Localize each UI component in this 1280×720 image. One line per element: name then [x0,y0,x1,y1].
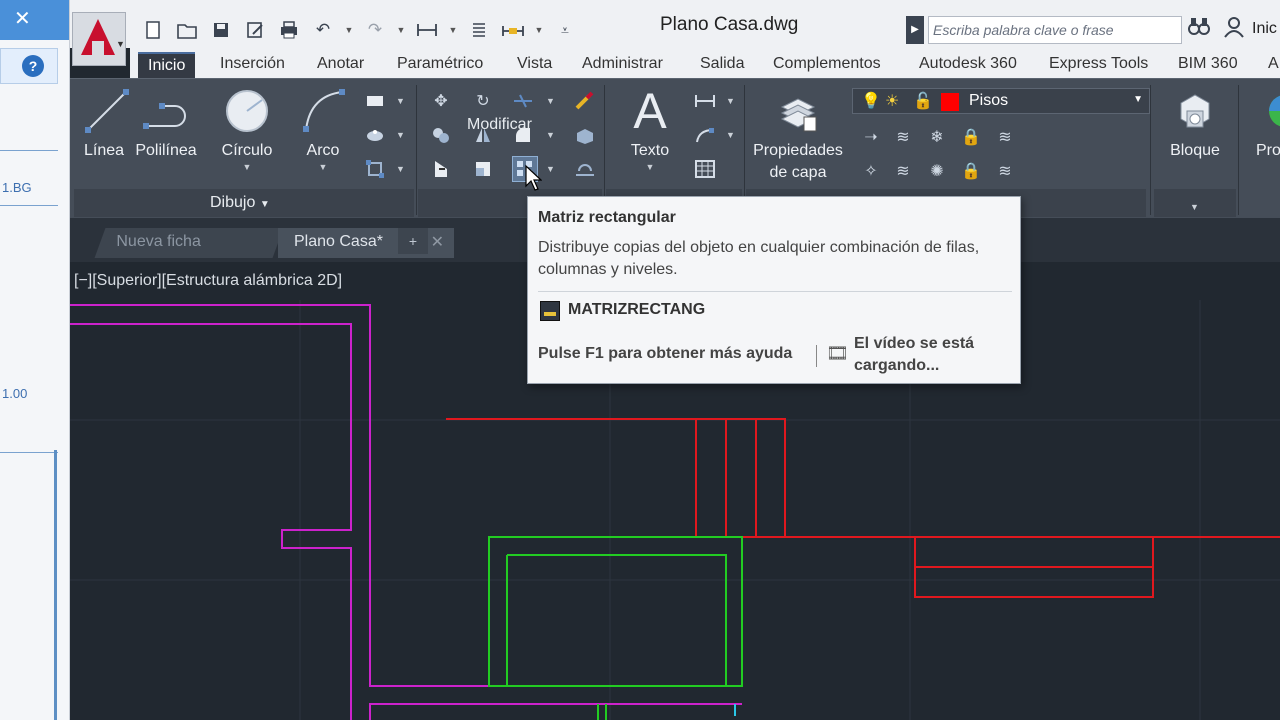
green-geometry [488,536,743,720]
video-icon: 🎞 [826,343,849,363]
tooltip-help: Pulse F1 para obtener más ayuda [538,345,793,362]
divider [538,291,1012,292]
tooltip-command: MATRIZRECTANG [568,301,706,318]
tooltip-matriz-rectangular: Matriz rectangular Distribuye copias del… [527,196,1021,384]
tooltip-description: Distribuye copias del objeto en cualquie… [538,239,980,278]
command-icon [540,301,560,321]
red-geometry [446,418,1280,598]
tooltip-video-status: El vídeo se está cargando... [854,335,975,374]
tooltip-title: Matriz rectangular [538,209,676,226]
mouse-cursor-icon [525,164,542,191]
autocad-window: ✕ ? 1.BG 1.00 ▼ ↶ ▼ ↷ ▼ ▼ ▼ ⩡ Plano Casa… [0,0,1280,720]
divider [816,345,817,367]
